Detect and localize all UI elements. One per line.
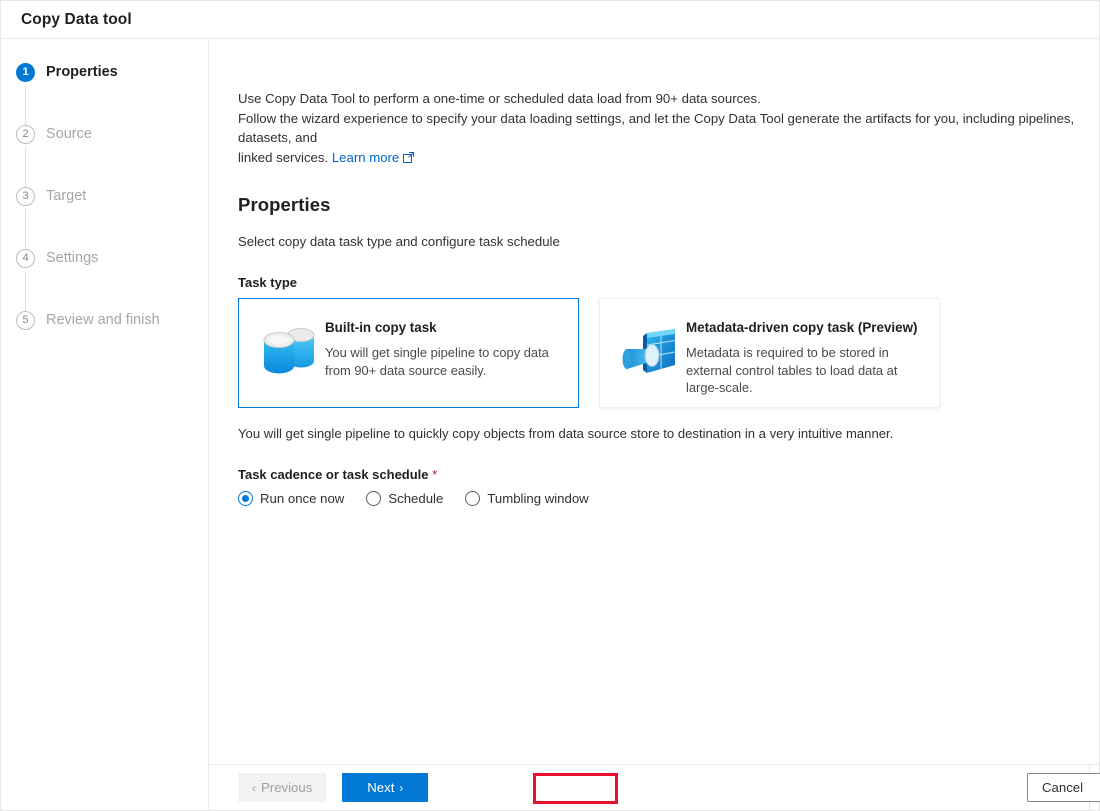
task-type-helper-text: You will get single pipeline to quickly … — [238, 426, 894, 441]
next-button-label: Next — [367, 780, 395, 795]
task-cadence-label-text: Task cadence or task schedule — [238, 467, 429, 482]
wizard-footer: ‹ Previous Next › Cancel — [209, 764, 1100, 810]
metadata-table-icon — [614, 318, 686, 390]
previous-button[interactable]: ‹ Previous — [238, 773, 327, 802]
card-title: Metadata-driven copy task (Preview) — [686, 320, 918, 335]
step-connector-line — [25, 147, 26, 187]
intro-line-3-wrap: linked services. Learn more — [238, 148, 1075, 169]
radio-label: Run once now — [260, 491, 345, 506]
intro-line-2: Follow the wizard experience to specify … — [238, 110, 1075, 146]
sidebar-step-properties[interactable]: 1 Properties — [1, 61, 208, 125]
radio-tumbling-window[interactable]: Tumbling window — [465, 491, 589, 506]
step-number-badge: 4 — [16, 249, 35, 268]
task-type-label: Task type — [238, 275, 298, 290]
radio-mark-icon — [238, 491, 253, 506]
radio-run-once-now[interactable]: Run once now — [238, 491, 344, 506]
task-type-card-metadata-driven-copy[interactable]: Metadata-driven copy task (Preview) Meta… — [599, 298, 940, 408]
next-button-highlight-annotation — [533, 773, 618, 804]
sidebar-step-target[interactable]: 3 Target — [1, 185, 208, 249]
chevron-right-icon: › — [399, 780, 404, 795]
page-title: Properties — [238, 194, 331, 215]
previous-button-label: Previous — [261, 780, 313, 795]
copy-data-tool-window: Copy Data tool 1 Properties 2 Source 3 T… — [0, 0, 1100, 811]
intro-line-1: Use Copy Data Tool to perform a one-time… — [238, 91, 761, 106]
window-title: Copy Data tool — [21, 10, 132, 28]
external-link-icon — [403, 149, 415, 169]
step-label: Source — [46, 126, 92, 142]
properties-pane: Use Copy Data Tool to perform a one-time… — [209, 39, 1099, 764]
intro-line-3: linked services. — [238, 149, 329, 165]
database-stack-icon — [253, 318, 325, 390]
sidebar-step-review-and-finish[interactable]: 5 Review and finish — [1, 309, 208, 371]
step-connector-line — [25, 271, 26, 311]
page-subtitle: Select copy data task type and configure… — [238, 234, 560, 249]
step-connector-line — [25, 209, 26, 249]
radio-schedule[interactable]: Schedule — [366, 491, 443, 506]
step-connector-line — [25, 85, 26, 125]
cancel-button-label: Cancel — [1042, 780, 1084, 795]
sidebar-step-settings[interactable]: 4 Settings — [1, 247, 208, 311]
window-titlebar: Copy Data tool — [1, 1, 1099, 39]
learn-more-link[interactable]: Learn more — [332, 150, 399, 165]
chevron-left-icon: ‹ — [252, 780, 256, 795]
sidebar-step-source[interactable]: 2 Source — [1, 123, 208, 187]
task-type-card-built-in-copy[interactable]: Built-in copy task You will get single p… — [238, 298, 579, 408]
step-label: Target — [46, 188, 87, 204]
task-cadence-label: Task cadence or task schedule * — [238, 467, 1075, 482]
card-text-block: Metadata-driven copy task (Preview) Meta… — [686, 316, 917, 397]
radio-label: Tumbling window — [487, 491, 589, 506]
step-number-badge: 2 — [16, 125, 35, 144]
step-number-badge: 1 — [16, 63, 35, 82]
card-description: You will get single pipeline to copy dat… — [325, 345, 549, 378]
step-label: Settings — [46, 250, 99, 266]
wizard-step-rail: 1 Properties 2 Source 3 Target 4 Setting… — [1, 39, 209, 810]
radio-label: Schedule — [388, 491, 444, 506]
step-label: Properties — [46, 64, 118, 80]
step-number-badge: 5 — [16, 311, 35, 330]
next-button[interactable]: Next › — [342, 773, 429, 802]
task-type-card-group: Built-in copy task You will get single p… — [238, 298, 1075, 408]
content-column: Use Copy Data Tool to perform a one-time… — [209, 39, 1100, 810]
card-title: Built-in copy task — [325, 320, 437, 335]
intro-paragraph: Use Copy Data Tool to perform a one-time… — [238, 89, 1075, 168]
window-body: 1 Properties 2 Source 3 Target 4 Setting… — [1, 39, 1100, 810]
step-label: Review and finish — [46, 312, 160, 328]
radio-mark-icon — [366, 491, 382, 506]
step-number-badge: 3 — [16, 187, 35, 206]
card-description: Metadata is required to be stored in ext… — [686, 345, 898, 395]
task-cadence-radio-group: Run once now Schedule Tumbling window — [238, 491, 1075, 506]
cancel-button[interactable]: Cancel — [1027, 773, 1100, 802]
card-text-block: Built-in copy task You will get single p… — [325, 316, 550, 379]
required-marker: * — [432, 467, 438, 482]
radio-mark-icon — [465, 491, 481, 506]
